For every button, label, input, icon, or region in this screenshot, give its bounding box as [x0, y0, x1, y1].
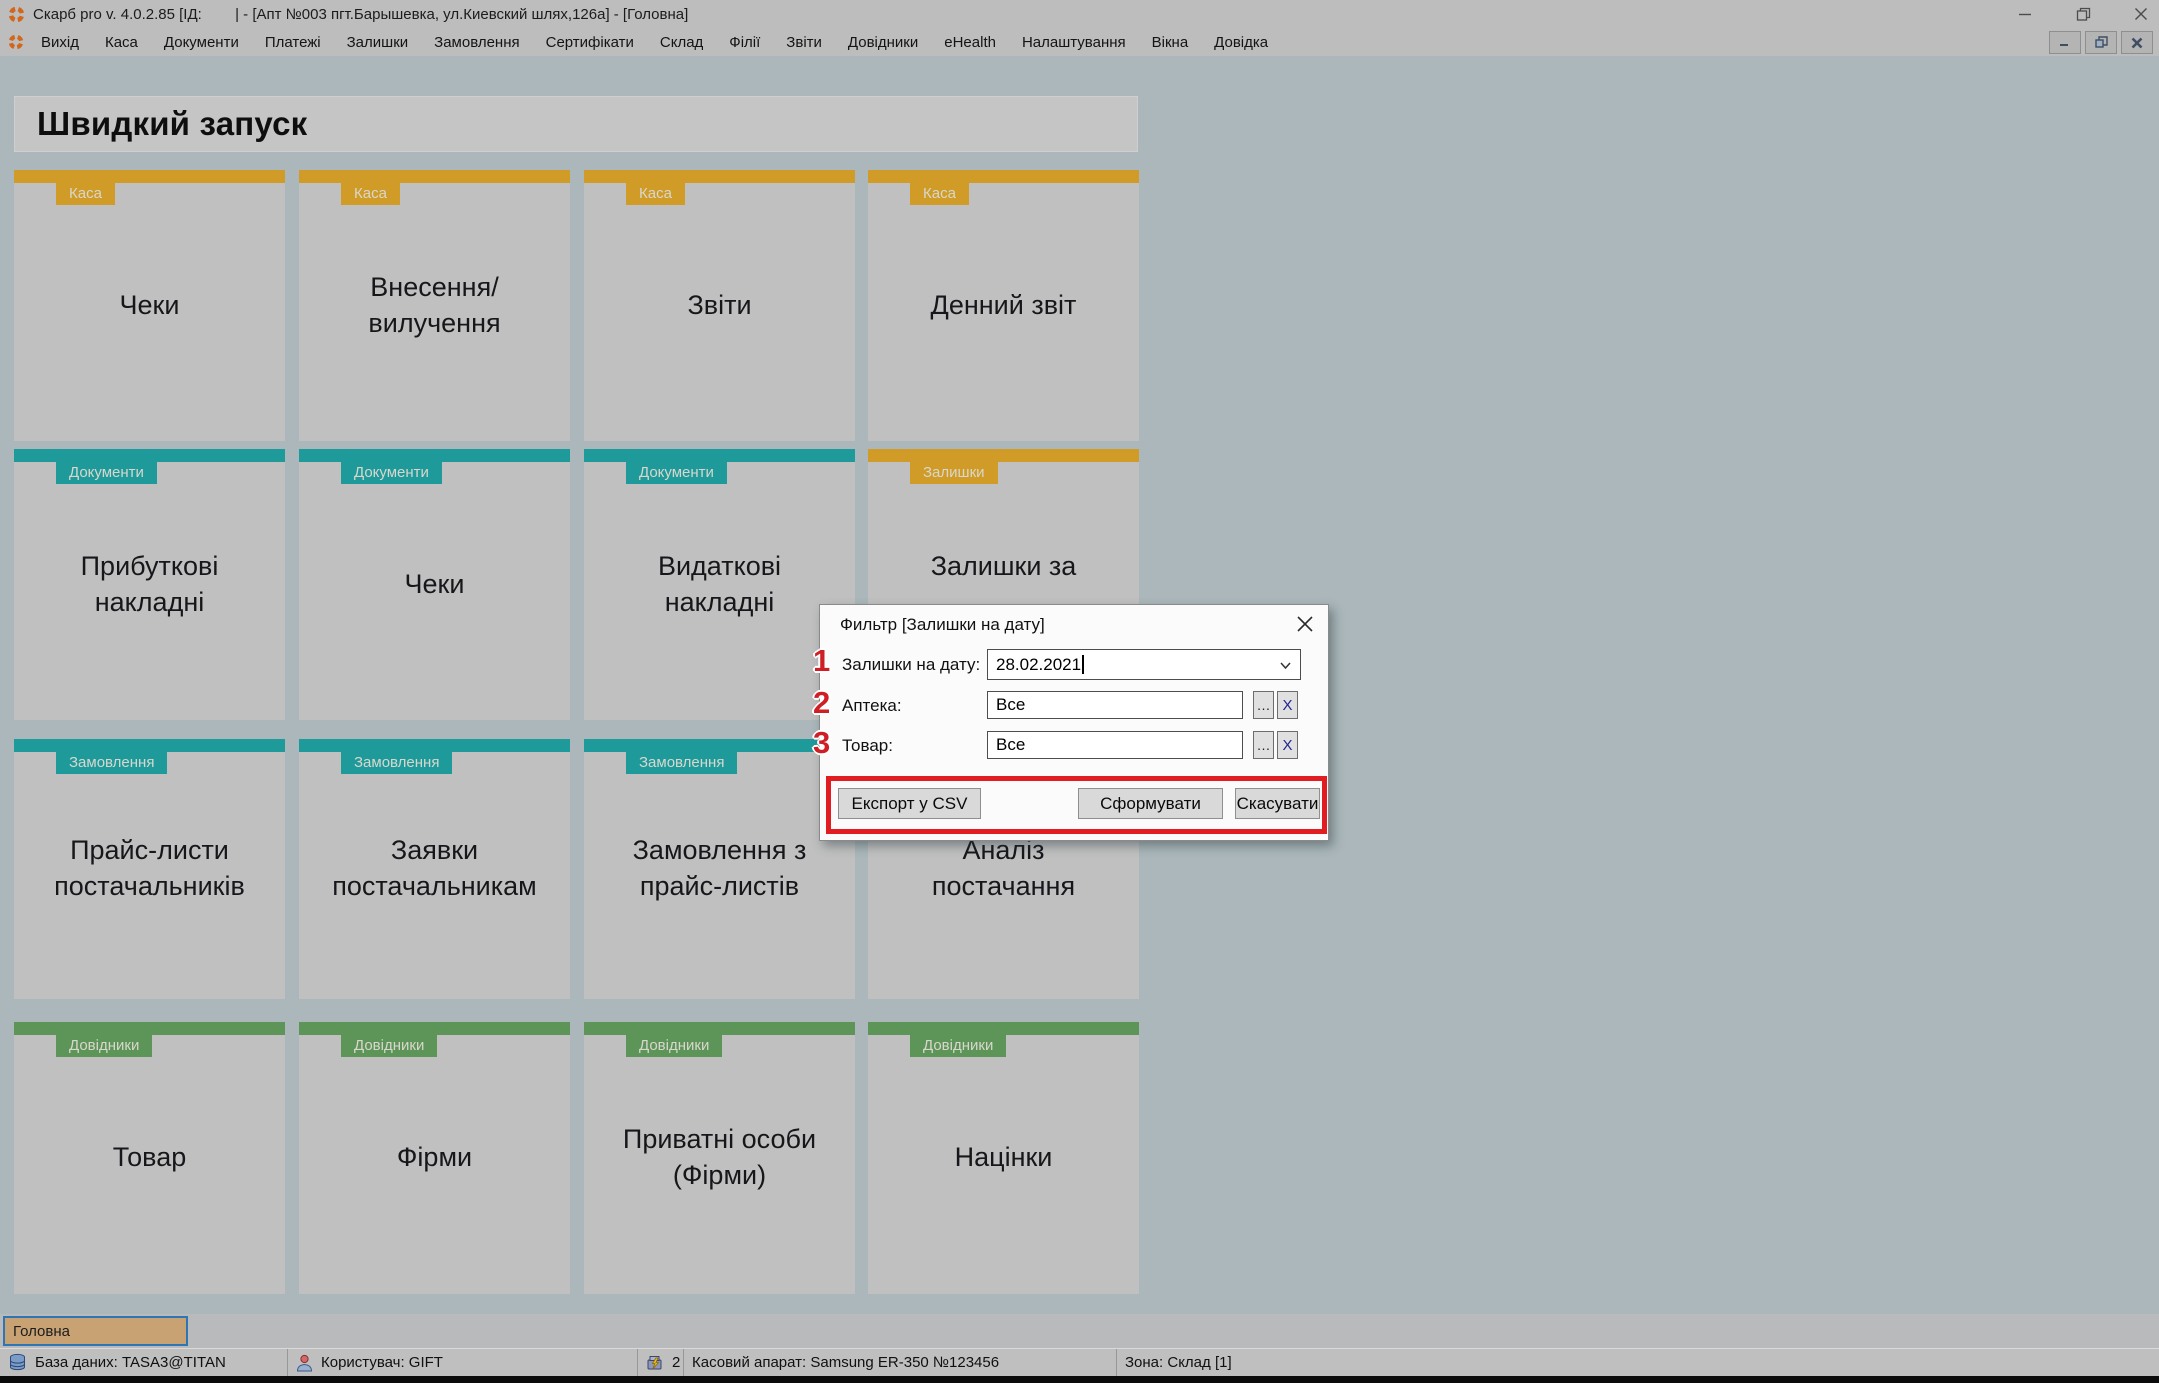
product-lookup-button[interactable]: …	[1253, 731, 1274, 759]
tile-dovidnyky-natsinky[interactable]: Довідники Націнки	[868, 1022, 1139, 1294]
tile-label: Заявки постачальникам	[332, 835, 537, 901]
date-value: 28.02.2021	[996, 654, 1082, 674]
pharmacy-lookup-button[interactable]: …	[1253, 691, 1274, 719]
mdi-window-controls	[2049, 31, 2153, 54]
tile-dokumenty-prybutkovi-nakladni[interactable]: Документи Прибуткові накладні	[14, 449, 285, 720]
menu-item-platezhi[interactable]: Платежі	[252, 34, 334, 51]
annotation-number-3: 3	[813, 725, 831, 760]
status-user-section: Користувач: GIFT	[288, 1349, 638, 1376]
tile-kasa-dennyi-zvit[interactable]: Каса Денний звіт	[868, 170, 1139, 441]
mdi-restore-icon[interactable]	[2085, 31, 2117, 54]
pharmacy-clear-button[interactable]: X	[1277, 691, 1298, 719]
tile-zamovlennia-z-prais-lystiv[interactable]: Замовлення Замовлення з прайс-листів	[584, 739, 855, 999]
app-logo-icon	[8, 6, 25, 23]
product-value: Все	[996, 735, 1026, 754]
tile-label: Чеки	[119, 289, 180, 320]
pharmacy-field-label: Аптека:	[842, 696, 902, 715]
menu-item-nalashtuvannia[interactable]: Налаштування	[1009, 34, 1139, 51]
mdi-minimize-icon[interactable]	[2049, 31, 2081, 54]
menu-item-kasa[interactable]: Каса	[92, 34, 151, 51]
menu-item-dovidka[interactable]: Довідка	[1201, 34, 1281, 51]
status-cash-count-section: 2	[638, 1349, 684, 1376]
tile-zamovlennia-prais-lysty[interactable]: Замовлення Прайс-листи постачальників	[14, 739, 285, 999]
tile-label: Товар	[112, 1142, 187, 1173]
tab-holovna[interactable]: Головна	[3, 1316, 188, 1346]
tile-label: Націнки	[954, 1142, 1053, 1173]
status-cash-register-text: Касовий апарат: Samsung ER-350 №123456	[692, 1354, 1000, 1371]
cash-register-icon	[646, 1354, 664, 1371]
tile-label: Замовлення з прайс-листів	[632, 835, 807, 901]
database-icon	[8, 1353, 27, 1372]
tile-dovidnyky-pryvatni-osoby[interactable]: Довідники Приватні особи (Фірми)	[584, 1022, 855, 1294]
menu-item-zvity[interactable]: Звіти	[773, 34, 835, 51]
tab-strip: Головна	[0, 1314, 2159, 1348]
menu-item-sertyfikaty[interactable]: Сертифікати	[533, 34, 647, 51]
taskbar-edge	[0, 1376, 2159, 1383]
pharmacy-value: Все	[996, 695, 1026, 714]
window-title: Скарб pro v. 4.0.2.85 [ІД: | - [Апт №003…	[33, 5, 689, 23]
menu-item-vikna[interactable]: Вікна	[1139, 34, 1202, 51]
tile-label: Прибуткові накладні	[80, 550, 219, 617]
user-icon	[296, 1354, 313, 1372]
status-bar: База даних: TASA3@TITAN Користувач: GIFT…	[0, 1348, 2159, 1376]
tile-kasa-zvity[interactable]: Каса Звіти	[584, 170, 855, 441]
status-zone-text: Зона: Склад [1]	[1125, 1354, 1232, 1371]
status-database-section: База даних: TASA3@TITAN	[0, 1349, 288, 1376]
export-csv-button[interactable]: Експорт у CSV	[838, 788, 981, 819]
tile-dokumenty-cheky[interactable]: Документи Чеки	[299, 449, 570, 720]
tile-dokumenty-vydatkovi-nakladni[interactable]: Документи Видаткові накладні	[584, 449, 855, 720]
status-cash-count: 2	[672, 1354, 681, 1371]
date-combo-input[interactable]: 28.02.2021	[987, 649, 1301, 680]
filter-dialog: Фильтр [Залишки на дату] 1 2 3 Залишки н…	[813, 604, 1329, 841]
tile-zamovlennia-zaiavky[interactable]: Замовлення Заявки постачальникам	[299, 739, 570, 999]
menu-item-filii[interactable]: Філії	[716, 34, 773, 51]
restore-icon[interactable]	[2075, 6, 2091, 22]
menu-item-dokumenty[interactable]: Документи	[151, 34, 252, 51]
tile-label: Видаткові накладні	[657, 550, 782, 617]
generate-button[interactable]: Сформувати	[1078, 788, 1223, 819]
minimize-icon[interactable]	[2017, 6, 2033, 22]
quick-launch-panel: Швидкий запуск	[14, 96, 1138, 152]
status-zone-section: Зона: Склад [1]	[1117, 1349, 2159, 1376]
annotation-number-1: 1	[813, 643, 831, 678]
tile-label: Звіти	[687, 289, 752, 320]
date-field-label: Залишки на дату:	[842, 655, 981, 674]
menu-bar: Вихід Каса Документи Платежі Залишки Зам…	[0, 28, 2159, 56]
tile-label: Прайс-листи постачальників	[54, 835, 245, 901]
status-user-text: Користувач: GIFT	[321, 1354, 443, 1371]
status-database-text: База даних: TASA3@TITAN	[35, 1354, 226, 1371]
annotation-number-2: 2	[813, 685, 831, 720]
title-bar: Скарб pro v. 4.0.2.85 [ІД: | - [Апт №003…	[0, 0, 2159, 28]
dialog-title: Фильтр [Залишки на дату]	[840, 615, 1045, 634]
tile-dovidnyky-tovar[interactable]: Довідники Товар	[14, 1022, 285, 1294]
product-field-label: Товар:	[842, 736, 893, 755]
menu-item-dovidnyky[interactable]: Довідники	[835, 34, 931, 51]
menu-item-zamovlennia[interactable]: Замовлення	[421, 34, 532, 51]
quick-launch-title: Швидкий запуск	[37, 105, 308, 142]
menu-item-vykhid[interactable]: Вихід	[28, 34, 92, 51]
dialog-close-icon[interactable]	[1296, 615, 1314, 633]
product-clear-button[interactable]: X	[1277, 731, 1298, 759]
menu-item-zalyshky[interactable]: Залишки	[334, 34, 422, 51]
status-cash-register-section: Касовий апарат: Samsung ER-350 №123456	[684, 1349, 1117, 1376]
tile-label: Денний звіт	[930, 289, 1077, 320]
chevron-down-icon[interactable]	[1279, 659, 1292, 672]
tile-label: Внесення/вилучення	[368, 271, 501, 338]
pharmacy-input[interactable]: Все	[987, 691, 1243, 719]
cancel-button[interactable]: Скасувати	[1235, 788, 1320, 819]
close-icon[interactable]	[2133, 6, 2149, 22]
tile-label: Приватні особи (Фірми)	[622, 1124, 817, 1190]
menu-item-sklad[interactable]: Склад	[647, 34, 716, 51]
tile-dovidnyky-firmy[interactable]: Довідники Фірми	[299, 1022, 570, 1294]
text-cursor	[1082, 655, 1084, 674]
tile-kasa-cheky[interactable]: Каса Чеки	[14, 170, 285, 441]
product-input[interactable]: Все	[987, 731, 1243, 759]
tile-kasa-vnesennia-vyluchennia[interactable]: Каса Внесення/вилучення	[299, 170, 570, 441]
tile-label: Чеки	[404, 568, 465, 599]
mdi-close-icon[interactable]	[2121, 31, 2153, 54]
menu-item-ehealth[interactable]: eHealth	[931, 34, 1009, 51]
menu-logo-icon	[8, 34, 24, 50]
tile-label: Фірми	[396, 1142, 473, 1173]
